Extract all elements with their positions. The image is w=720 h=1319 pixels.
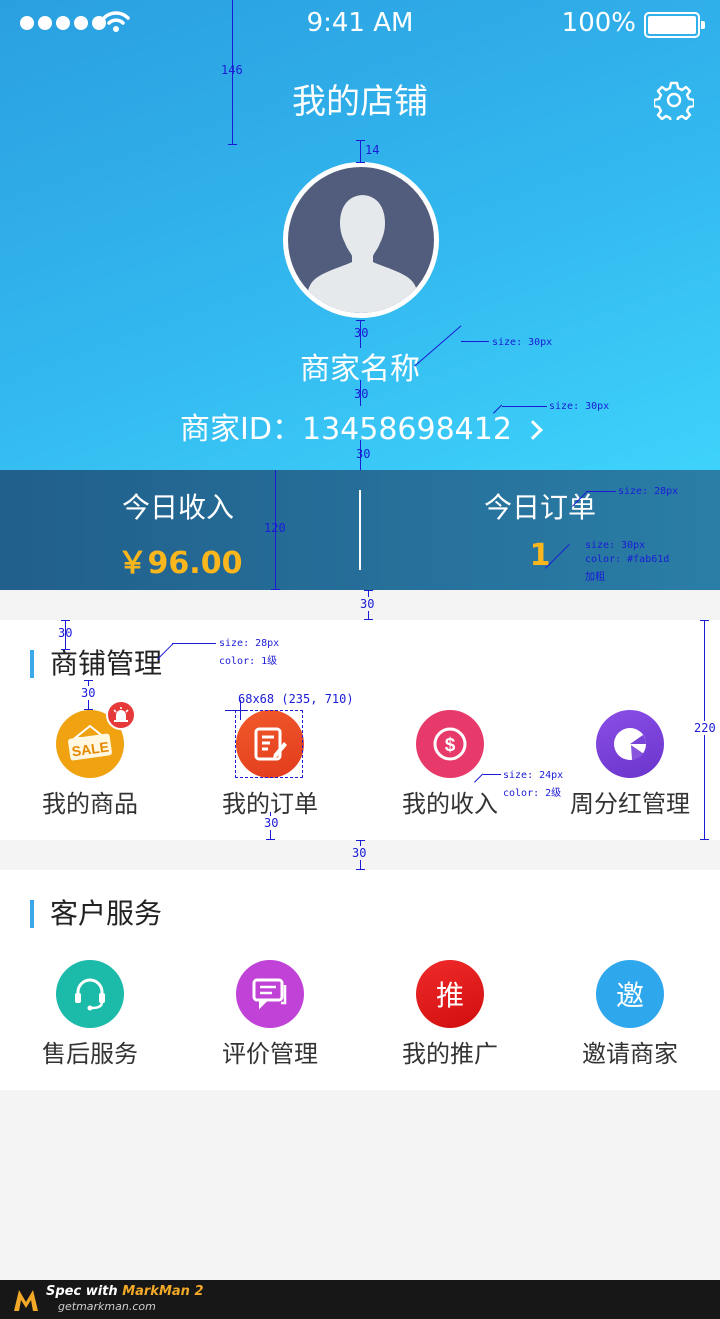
annotation-title-top: 30: [58, 626, 73, 640]
sale-tag-icon: SALE: [56, 700, 136, 778]
annotation-id-spec: size: 30px: [549, 401, 610, 412]
today-income[interactable]: 今日收入 ￥96.00: [0, 470, 360, 590]
annotation-orders-value-spec-3: 加粗: [585, 572, 605, 583]
markman-logo-icon: [14, 1290, 38, 1311]
headset-icon: [56, 960, 124, 1028]
annotation-icon-box-spec: 68x68 (235, 710): [238, 692, 354, 706]
grid-item-weekly-dividend[interactable]: 周分红管理: [540, 710, 720, 819]
annotation-name-gap: 30: [354, 326, 369, 340]
merchant-id-label: 商家ID：: [180, 412, 302, 447]
battery-icon: [644, 12, 705, 38]
annotation-title-spec-1: size: 28px: [219, 638, 280, 649]
grid-item-after-sales[interactable]: 售后服务: [0, 960, 180, 1069]
chat-bubble-icon: [236, 960, 304, 1028]
gear-icon[interactable]: [654, 80, 694, 120]
grid-item-my-products[interactable]: SALE 我的商品: [0, 700, 180, 819]
annotation-section-gap: 30: [360, 597, 375, 611]
annotation-stats-height: 120: [264, 521, 286, 535]
alarm-badge-icon: [106, 700, 136, 730]
annotation-orders-value-spec-1: size: 30px: [585, 540, 646, 551]
annotation-section-gap-2: 30: [352, 846, 367, 860]
today-income-value: ￥96.00: [117, 546, 243, 581]
default-user-icon: [306, 195, 419, 313]
grid-item-label: 我的推广: [402, 1040, 498, 1068]
annotation-id-gap: 30: [354, 387, 369, 401]
annotation-stats-gap: 30: [356, 447, 371, 461]
battery-percent: 100%: [561, 8, 636, 38]
grid-item-label: 我的商品: [42, 790, 138, 818]
annotation-orders-label-spec: size: 28px: [618, 486, 679, 497]
status-bar: 9:41 AM 100%: [0, 0, 720, 48]
grid-item-invite-merchant[interactable]: 邀 邀请商家: [540, 960, 720, 1069]
avatar[interactable]: [283, 162, 439, 318]
grid-item-my-promotion[interactable]: 推 我的推广: [360, 960, 540, 1069]
annotation-title-bottom: 30: [81, 686, 96, 700]
section-title-shop-management: 商铺管理: [30, 650, 162, 678]
page-title: 我的店铺: [292, 82, 428, 122]
annotation-orders-value-spec-2: color: #fab61d: [585, 554, 670, 565]
today-income-label: 今日收入: [121, 491, 234, 524]
annotation-avatar-gap: 14: [365, 143, 380, 157]
annotation-header-gap: 146: [221, 63, 243, 77]
section-title-customer-service: 客户服务: [30, 900, 162, 928]
markman-footer: Spec with MarkMan 2 getmarkman.com: [0, 1280, 720, 1319]
annotation-section-height: 220: [694, 721, 716, 735]
grid-item-label: 评价管理: [222, 1040, 318, 1068]
svg-text:$: $: [445, 735, 456, 756]
annotation-label-bottom: 30: [264, 816, 279, 830]
grid-item-label: 周分红管理: [570, 790, 690, 818]
grid-item-my-income[interactable]: $ 我的收入: [360, 710, 540, 819]
pie-chart-icon: [596, 710, 664, 778]
customer-service-section: 客户服务 售后服务 评价管理 推 我的推广 邀 邀请商家: [0, 870, 720, 1090]
merchant-id-value: 13458698412: [301, 412, 512, 447]
footer-line-1: Spec with MarkMan 2: [46, 1284, 204, 1299]
grid-item-label: 邀请商家: [582, 1040, 678, 1068]
annotation-title-spec-2: color: 1级: [219, 656, 278, 667]
grid-item-label: 售后服务: [42, 1040, 138, 1068]
today-stats: 今日收入 ￥96.00 今日订单 1: [0, 470, 720, 590]
annotation-icon-box: [235, 710, 303, 778]
annotation-name-spec: size: 30px: [492, 337, 553, 348]
chevron-right-icon: [523, 420, 543, 440]
annotation-label-spec-2: color: 2级: [503, 788, 562, 799]
annotation-label-spec-1: size: 24px: [503, 770, 564, 781]
promote-icon: 推: [416, 960, 484, 1028]
dollar-icon: $: [416, 710, 484, 778]
invite-icon: 邀: [596, 960, 664, 1028]
shop-management-section: 商铺管理 SALE 我的商品 我的订单 $ 我的收入 周分红管理: [0, 620, 720, 840]
footer-line-2: getmarkman.com: [58, 1300, 156, 1313]
grid-item-review-management[interactable]: 评价管理: [180, 960, 360, 1069]
